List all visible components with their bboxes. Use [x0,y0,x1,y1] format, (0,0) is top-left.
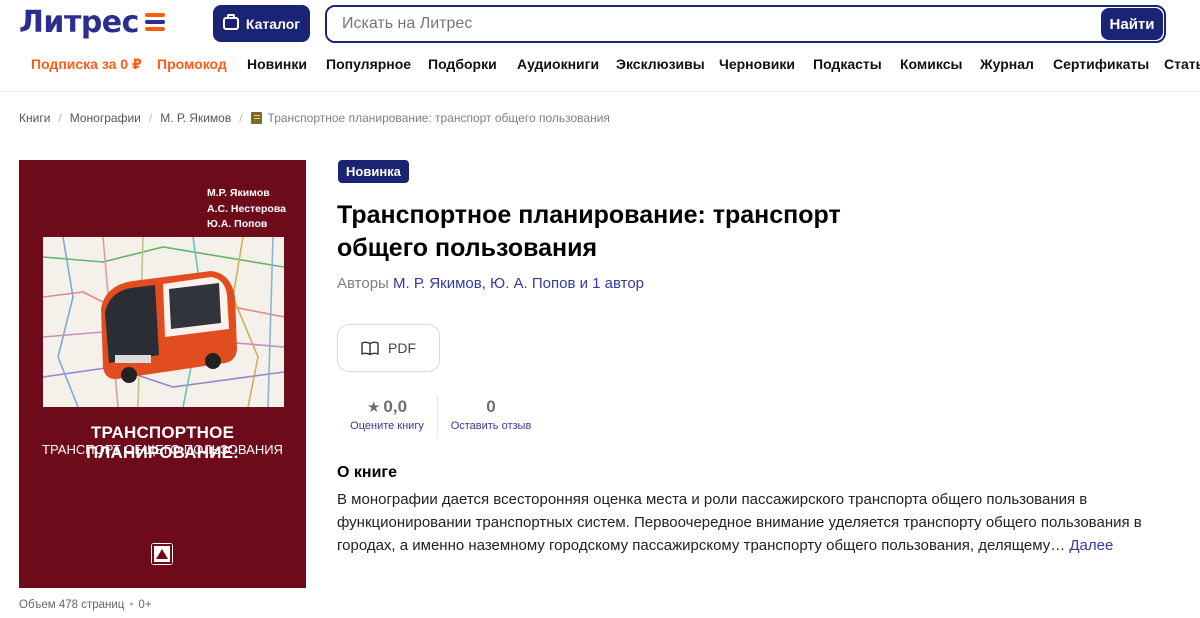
search-button[interactable]: Найти [1101,8,1163,40]
nav-item-podcasts[interactable]: Подкасты [813,56,882,72]
cover-author: А.С. Нестерова [207,202,287,215]
leave-review-link[interactable]: Оставить отзыв [444,420,538,432]
cover-author: Ю.А. Попов [207,218,268,230]
open-book-icon [361,341,379,355]
bus-icon [101,271,237,383]
stats-divider [437,396,438,434]
rating-value: ★ 0,0 [366,397,408,416]
breadcrumb-item-books[interactable]: Книги [19,111,50,125]
breadcrumb-current-label: Транспортное планирование: транспорт общ… [267,111,610,125]
nav-item-exclusives[interactable]: Эксклюзивы [616,56,705,72]
nav-item-audiobooks[interactable]: Аудиокниги [517,56,599,72]
publisher-logo-icon [151,543,173,565]
breadcrumb: Книги / Монографии / М. Р. Якимов / Тран… [19,111,610,125]
reviews-block[interactable]: 0 Оставить отзыв [444,397,538,432]
author-links[interactable]: М. Р. Якимов, Ю. А. Попов и 1 автор [393,275,644,292]
search-bar: Найти [325,5,1166,43]
catalog-button-label: Каталог [245,15,301,32]
nav-item-drafts[interactable]: Черновики [719,56,795,72]
nav-item-certificates[interactable]: Сертификаты [1053,56,1149,72]
nav-item-collections[interactable]: Подборки [428,56,497,72]
logo-text: Литрес [19,4,139,40]
bus-map-illustration [42,236,285,408]
meta-separator: • [129,599,134,611]
nav-item-popular[interactable]: Популярное [326,56,411,72]
breadcrumb-separator: / [148,111,153,125]
format-label: PDF [388,340,416,356]
site-header: Литрес Каталог Найти Подписка за 0 ₽ Про… [0,0,1200,92]
about-description: В монографии дается всесторонняя оценка … [337,491,1142,554]
search-input[interactable] [327,7,1100,41]
book-title: Транспортное планирование: транспорт общ… [337,201,841,262]
about-heading: О книге [337,464,397,481]
breadcrumb-separator: / [58,111,62,125]
nav-item-promocode[interactable]: Промокод [157,56,227,72]
nav-item-new[interactable]: Новинки [247,56,307,72]
rate-book-link[interactable]: Оцените книгу [343,420,431,432]
nav-item-subscription[interactable]: Подписка за 0 ₽ [31,56,142,73]
cover-subtitle: ТРАНСПОРТ ОБЩЕГО ПОЛЬЗОВАНИЯ [42,442,283,457]
about-text: В монографии дается всесторонняя оценка … [337,488,1187,557]
page-count: Объем 478 страниц [19,599,125,611]
breadcrumb-item-author[interactable]: М. Р. Якимов [160,111,231,125]
cover-authors: М.Р. Якимов А.С. Нестерова Ю.А. Попов [207,186,286,233]
star-icon: ★ [366,399,381,416]
breadcrumb-current: Транспортное планирование: транспорт общ… [250,111,610,125]
new-badge: Новинка [338,160,409,183]
cover-author: М.Р. Якимов [207,187,270,199]
format-pdf-button[interactable]: PDF [337,324,440,372]
book-meta: Объем 478 страниц • 0+ [19,599,152,611]
book-icon [250,112,262,124]
logo-mark-icon [144,13,165,31]
catalog-icon [222,14,239,30]
breadcrumb-separator: / [239,111,243,125]
rating-block[interactable]: ★ 0,0 Оцените книгу [343,397,431,432]
breadcrumb-item-monographs[interactable]: Монографии [70,111,141,125]
cover-illustration [42,236,285,408]
nav-item-journal[interactable]: Журнал [980,56,1034,72]
reviews-count: 0 [486,397,496,416]
litres-logo[interactable]: Литрес [19,4,165,40]
nav-item-become[interactable]: Стать [1164,56,1200,72]
book-authors: Авторы М. Р. Якимов, Ю. А. Попов и 1 авт… [337,275,644,292]
authors-prefix: Авторы [337,275,389,292]
nav-item-comics[interactable]: Комиксы [900,56,962,72]
read-more-link[interactable]: Далее [1069,537,1113,554]
age-rating: 0+ [138,599,152,611]
book-cover[interactable]: М.Р. Якимов А.С. Нестерова Ю.А. Попов ТР… [19,160,306,588]
catalog-button[interactable]: Каталог [213,5,310,42]
